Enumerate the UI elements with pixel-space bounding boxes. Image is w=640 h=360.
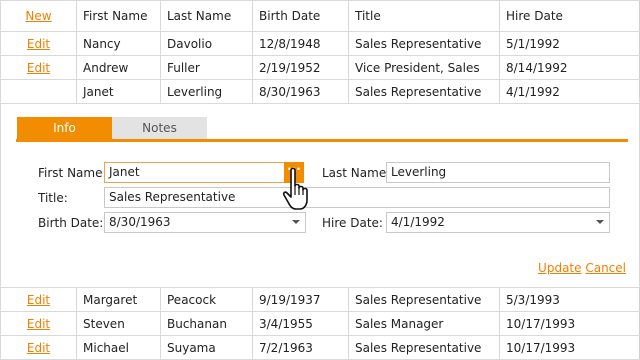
cell-first-name: Steven [76, 311, 161, 336]
first-name-label: First Name: [38, 166, 107, 180]
column-header-title[interactable]: Title [348, 0, 500, 32]
cell-hire-date: 8/14/1992 [499, 55, 640, 80]
table-row: Edit Andrew Fuller 2/19/1952 Vice Presid… [0, 55, 640, 80]
edit-form: Info Notes First Name: Janet ··· Last Na… [0, 98, 640, 287]
cell-first-name: Nancy [76, 31, 161, 56]
birth-date-dropdown[interactable]: 8/30/1963 [104, 212, 306, 233]
cell-last-name: Davolio [160, 31, 253, 56]
cell-title: Sales Representative [348, 287, 500, 312]
cell-hire-date: 5/3/1993 [499, 287, 640, 312]
update-link[interactable]: Update [538, 261, 581, 275]
cell-title: Sales Manager [348, 311, 500, 336]
table-row: Edit Nancy Davolio 12/8/1948 Sales Repre… [0, 31, 640, 56]
chevron-down-icon[interactable] [596, 220, 604, 224]
table-row: Edit Michael Suyama 7/2/1963 Sales Repre… [0, 335, 640, 360]
cell-hire-date: 10/17/1993 [499, 311, 640, 336]
edit-link[interactable]: Edit [0, 335, 77, 360]
cell-birth-date: 12/8/1948 [252, 31, 349, 56]
last-name-label: Last Name: [322, 166, 391, 180]
chevron-down-icon[interactable] [292, 220, 300, 224]
hire-date-dropdown[interactable]: 4/1/1992 [386, 212, 610, 233]
cell-birth-date: 9/19/1937 [252, 287, 349, 312]
cancel-link[interactable]: Cancel [585, 261, 626, 275]
tab-info[interactable]: Info [17, 117, 112, 139]
tab-strip-underline [16, 139, 628, 142]
cell-title: Vice President, Sales [348, 55, 500, 80]
hand-pointer-icon [282, 167, 308, 210]
cell-first-name: Andrew [76, 55, 161, 80]
edit-link[interactable]: Edit [0, 31, 77, 56]
title-input[interactable]: Sales Representative [104, 187, 610, 208]
edit-form-actions: Update Cancel [538, 261, 626, 275]
cell-first-name: Michael [76, 335, 161, 360]
cell-first-name: Margaret [76, 287, 161, 312]
title-value: Sales Representative [109, 190, 236, 204]
edit-link[interactable]: Edit [0, 287, 77, 312]
new-link[interactable]: New [0, 0, 77, 32]
cell-last-name: Suyama [160, 335, 253, 360]
hire-date-value: 4/1/1992 [391, 215, 445, 229]
employees-grid-continued: Edit Margaret Peacock 9/19/1937 Sales Re… [0, 287, 640, 360]
cell-birth-date: 3/4/1955 [252, 311, 349, 336]
cell-title: Sales Representative [348, 31, 500, 56]
column-header-hire-date[interactable]: Hire Date [499, 0, 640, 32]
grid-header-row: New First Name Last Name Birth Date Titl… [0, 0, 640, 32]
first-name-input[interactable]: Janet ··· [104, 162, 304, 183]
cell-last-name: Peacock [160, 287, 253, 312]
first-name-value: Janet [109, 165, 140, 179]
cell-title: Sales Representative [348, 335, 500, 360]
cell-hire-date: 10/17/1993 [499, 335, 640, 360]
last-name-input[interactable]: Leverling [386, 162, 610, 183]
column-header-first-name[interactable]: First Name [76, 0, 161, 32]
birth-date-value: 8/30/1963 [109, 215, 171, 229]
table-row: Edit Steven Buchanan 3/4/1955 Sales Mana… [0, 311, 640, 336]
title-label: Title: [38, 191, 68, 205]
birth-date-label: Birth Date: [38, 216, 104, 230]
cell-birth-date: 2/19/1952 [252, 55, 349, 80]
table-row: Edit Margaret Peacock 9/19/1937 Sales Re… [0, 287, 640, 312]
cell-birth-date: 7/2/1963 [252, 335, 349, 360]
tab-notes[interactable]: Notes [112, 117, 207, 139]
cell-last-name: Buchanan [160, 311, 253, 336]
edit-link[interactable]: Edit [0, 55, 77, 80]
column-header-birth-date[interactable]: Birth Date [252, 0, 349, 32]
cell-hire-date: 5/1/1992 [499, 31, 640, 56]
hire-date-label: Hire Date: [322, 216, 383, 230]
last-name-value: Leverling [391, 165, 447, 179]
cell-last-name: Fuller [160, 55, 253, 80]
employees-grid: New First Name Last Name Birth Date Titl… [0, 0, 640, 104]
column-header-last-name[interactable]: Last Name [160, 0, 253, 32]
edit-link[interactable]: Edit [0, 311, 77, 336]
